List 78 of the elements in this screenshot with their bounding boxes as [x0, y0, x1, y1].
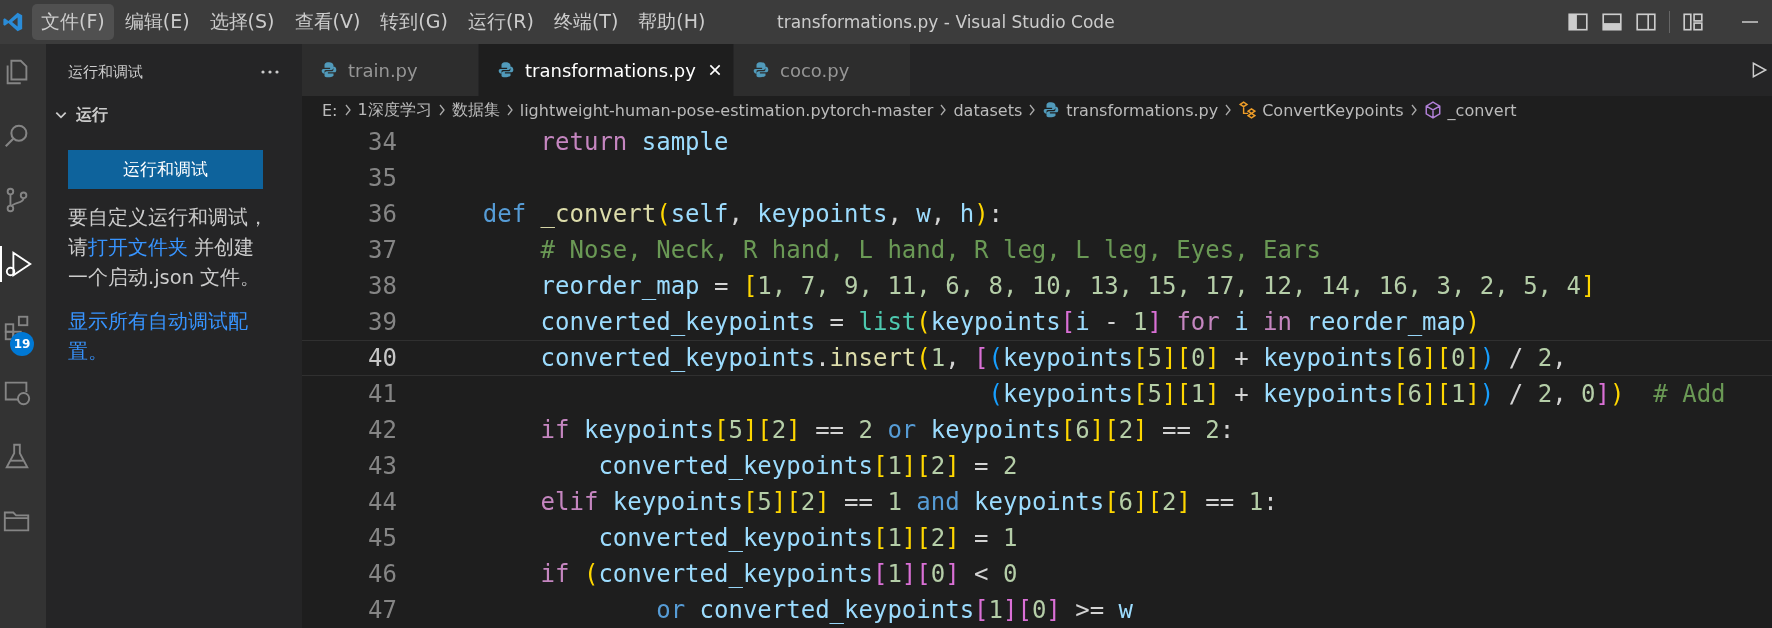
close-icon[interactable] — [707, 63, 722, 78]
menu-item[interactable]: 帮助(H) — [629, 4, 715, 40]
chevron-right-icon — [939, 104, 948, 117]
open-folder-link[interactable]: 打开文件夹 — [88, 236, 188, 259]
line-number: 47 — [367, 596, 397, 624]
breadcrumb-item[interactable]: 数据集 — [451, 99, 500, 121]
run-and-debug-button[interactable]: 运行和调试 — [68, 150, 263, 189]
chevron-right-icon — [1409, 104, 1418, 117]
code-line: converted_keypoints[1][2] = 2 — [597, 452, 1018, 480]
menu-item[interactable]: 选择(S) — [200, 4, 284, 40]
line-number: 46 — [367, 560, 397, 588]
breadcrumb-item[interactable]: lightweight-human-pose-estimation.pytorch-master — [519, 100, 934, 120]
line-number: 37 — [367, 236, 397, 264]
python-file-icon — [497, 61, 515, 80]
line-number: 38 — [367, 272, 397, 300]
code-line: if (converted_keypoints[1][0] < 0 — [539, 560, 1018, 588]
breadcrumb-item[interactable]: datasets — [953, 100, 1023, 120]
line-number: 39 — [367, 308, 397, 336]
class-icon — [1238, 101, 1257, 120]
code-line: return sample — [539, 128, 729, 156]
code-line: reorder_map = [1, 7, 9, 11, 6, 8, 10, 13, 15, 17, 12, 14, 16, 3, 2, 5, 4] — [539, 272, 1596, 300]
line-number: 41 — [367, 380, 397, 408]
window-title: transformations.py - Visual Studio Code — [777, 12, 1115, 32]
line-number: 35 — [367, 164, 397, 192]
sidebar-title: 运行和调试 — [68, 62, 143, 82]
layout-icon[interactable] — [1682, 11, 1704, 33]
editor-tab[interactable]: coco.py — [734, 44, 911, 97]
menu-item[interactable]: 转到(G) — [371, 4, 457, 40]
breadcrumb-item[interactable]: transformations.py — [1066, 100, 1219, 120]
code-line: or converted_keypoints[1][0] >= w — [655, 596, 1134, 624]
section-header[interactable]: 运行 — [76, 104, 108, 126]
breadcrumb-item[interactable]: _convert — [1447, 100, 1517, 120]
python-file-icon — [1042, 101, 1061, 120]
minimize-icon[interactable] — [1740, 20, 1760, 24]
code-line: if keypoints[5][2] == 2 or keypoints[6][2] == 2: — [539, 416, 1235, 444]
line-number: 40 — [367, 344, 397, 372]
code-line: converted_keypoints.insert(1, [(keypoints[5][0] + keypoints[6][0]) / 2, — [539, 344, 1567, 372]
chevron-right-icon — [1224, 104, 1233, 117]
show-configurations-link[interactable]: 显示所有自动调试配置。 — [68, 307, 273, 367]
line-number: 44 — [367, 488, 397, 516]
breadcrumb-item[interactable]: E: — [322, 100, 338, 120]
line-number: 42 — [367, 416, 397, 444]
code-line: def _convert(self, keypoints, w, h): — [481, 200, 1004, 228]
toggle-panel-icon[interactable] — [1601, 11, 1623, 33]
cube-icon — [1423, 101, 1442, 120]
editor-tab[interactable]: train.py — [302, 44, 479, 97]
split-layout-icon[interactable] — [1635, 11, 1657, 33]
code-line: converted_keypoints[1][2] = 1 — [597, 524, 1018, 552]
code-line: (keypoints[5][1] + keypoints[6][1]) / 2, 0]) # Add — [987, 380, 1726, 408]
line-number: 34 — [367, 128, 397, 156]
app-logo-icon — [2, 11, 24, 33]
breadcrumb-item[interactable]: ConvertKeypoints — [1262, 100, 1404, 120]
flask-icon[interactable] — [2, 441, 32, 471]
chevron-right-icon — [437, 104, 446, 117]
run-icon[interactable] — [1750, 61, 1768, 80]
menu-item[interactable]: 运行(R) — [458, 4, 543, 40]
breadcrumb-item[interactable]: 1深度学习 — [357, 99, 432, 121]
more-icon[interactable] — [260, 69, 280, 75]
menu-item[interactable]: 终端(T) — [544, 4, 628, 40]
chevron-right-icon — [343, 104, 352, 117]
python-file-icon — [752, 61, 770, 80]
run-debug-icon[interactable] — [4, 249, 34, 279]
menu-item[interactable]: 文件(F) — [32, 4, 114, 40]
notification-badge: 19 — [10, 332, 34, 356]
line-number: 43 — [367, 452, 397, 480]
code-line: elif keypoints[5][2] == 1 and keypoints[6][2] == 1: — [539, 488, 1278, 516]
chevron-right-icon — [1028, 104, 1037, 117]
toggle-sidebar-icon[interactable] — [1567, 11, 1589, 33]
menu-item[interactable]: 编辑(E) — [115, 4, 199, 40]
python-file-icon — [320, 61, 338, 80]
line-number: 36 — [367, 200, 397, 228]
editor-tab[interactable]: transformations.py — [479, 44, 734, 97]
line-number: 45 — [367, 524, 397, 552]
chevron-right-icon — [505, 104, 514, 117]
help-text: 要自定义运行和调试，请打开文件夹 并创建一个启动.json 文件。 — [68, 205, 269, 291]
code-line: # Nose, Neck, R hand, L hand, R leg, L leg, Eyes, Ears — [539, 236, 1321, 264]
menu-item[interactable]: 查看(V) — [285, 4, 370, 40]
code-line: converted_keypoints = list(keypoints[i - 1] for i in reorder_map) — [539, 308, 1480, 336]
